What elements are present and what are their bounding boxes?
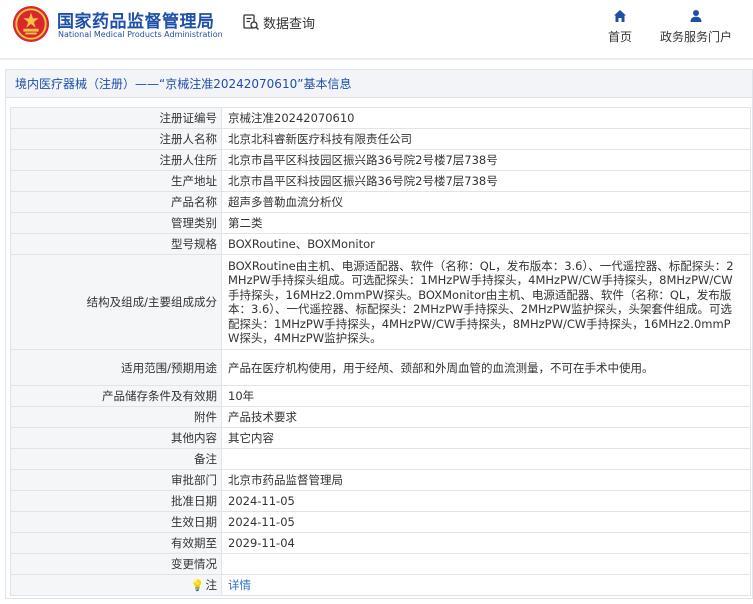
row-value: [221, 553, 751, 575]
row-value: 其它内容: [221, 427, 751, 449]
row-value: BOXRoutine、BOXMonitor: [221, 233, 751, 255]
row-value: 京械注准20242070610: [221, 107, 751, 129]
table-row: 适用范围/预期用途 产品在医疗机构使用，用于经颅、颈部和外周血管的血流测量，不可在…: [10, 349, 751, 386]
data-query-link[interactable]: 数据查询: [242, 12, 315, 32]
panel-reg-number: “京械注准20242070610”: [159, 77, 304, 91]
row-value: 10年: [221, 385, 751, 407]
row-value: 产品技术要求: [221, 406, 751, 428]
nav-home-label: 首页: [607, 30, 632, 44]
panel-dash: ——: [135, 77, 160, 91]
row-label: 附件: [10, 406, 222, 428]
table-row: 注册人住所 北京市昌平区科技园区振兴路36号院2号楼7层738号: [10, 149, 751, 171]
table-row: 生效日期 2024-11-05: [10, 511, 751, 533]
row-label: 结构及组成/主要组成成分: [10, 254, 222, 350]
table-row: 其他内容 其它内容: [10, 427, 751, 449]
row-label: 产品名称: [10, 191, 222, 213]
table-row: 附件 产品技术要求: [10, 406, 751, 428]
table-row: 结构及组成/主要组成成分 BOXRoutine由主机、电源适配器、软件（名称：QL…: [10, 254, 751, 350]
row-label: 注: [205, 578, 218, 592]
row-label: 其他内容: [10, 427, 222, 449]
lightbulb-icon: 💡: [190, 579, 205, 592]
table-row: 产品储存条件及有效期 10年: [10, 385, 751, 407]
row-label: 变更情况: [10, 553, 222, 575]
row-value: [221, 448, 751, 470]
table-row: 变更情况: [10, 553, 751, 575]
row-label: 批准日期: [10, 490, 222, 512]
table-row: 批准日期 2024-11-05: [10, 490, 751, 512]
header-divider: [0, 58, 753, 60]
table-row: 💡注 详情: [10, 574, 751, 596]
brand-title[interactable]: 国家药品监督管理局: [57, 7, 215, 32]
row-value: 北京市昌平区科技园区振兴路36号院2号楼7层738号: [221, 170, 751, 192]
row-label: 型号规格: [10, 233, 222, 255]
row-value: 超声多普勒血流分析仪: [221, 191, 751, 213]
table-row: 有效期至 2029-11-04: [10, 532, 751, 554]
panel-category: 境内医疗器械（注册）: [15, 77, 136, 91]
table-row: 管理类别 第二类: [10, 212, 751, 234]
nav-portal-label: 政务服务门户: [659, 30, 732, 44]
panel-title: 境内医疗器械（注册）——“京械注准20242070610”基本信息: [6, 70, 752, 98]
row-value: 2024-11-05: [221, 490, 751, 512]
info-table: 注册证编号 京械注准20242070610 注册人名称 北京北科睿新医疗科技有限责任…: [10, 107, 751, 596]
table-row: 备注: [10, 448, 751, 470]
document-search-icon: [243, 14, 259, 30]
row-value: 北京市昌平区科技园区振兴路36号院2号楼7层738号: [221, 149, 751, 171]
row-value: 北京北科睿新医疗科技有限责任公司: [221, 128, 751, 150]
row-label: 审批部门: [10, 469, 222, 491]
row-value: BOXRoutine由主机、电源适配器、软件（名称：QL，发布版本：3.6）、一…: [221, 254, 751, 350]
table-row: 产品名称 超声多普勒血流分析仪: [10, 191, 751, 213]
table-row: 生产地址 北京市昌平区科技园区振兴路36号院2号楼7层738号: [10, 170, 751, 192]
detail-panel: 境内医疗器械（注册）——“京械注准20242070610”基本信息 注册证编号京…: [5, 69, 753, 599]
table-row: 审批部门 北京市药品监督管理局: [10, 469, 751, 491]
row-label: 管理类别: [10, 212, 222, 234]
panel-suffix: 基本信息: [303, 77, 352, 91]
row-value: 产品在医疗机构使用，用于经颅、颈部和外周血管的血流测量，不可在手术中使用。: [221, 349, 751, 386]
site-header: 国家药品监督管理局 National Medical Products Admi…: [0, 0, 753, 58]
table-row: 注册人名称 北京北科睿新医疗科技有限责任公司: [10, 128, 751, 150]
row-label: 生产地址: [10, 170, 222, 192]
row-label: 适用范围/预期用途: [10, 349, 222, 386]
home-icon: [614, 10, 626, 22]
row-label: 生效日期: [10, 511, 222, 533]
row-label: 注册人名称: [10, 128, 222, 150]
user-icon: [690, 10, 702, 22]
row-value: 第二类: [221, 212, 751, 234]
brand-subtitle: National Medical Products Administration: [58, 30, 223, 39]
row-value: 2029-11-04: [221, 532, 751, 554]
nav-service-portal[interactable]: 政务服务门户: [659, 8, 733, 45]
table-row: 型号规格 BOXRoutine、BOXMonitor: [10, 233, 751, 255]
row-label: 产品储存条件及有效期: [10, 385, 222, 407]
table-row: 注册证编号 京械注准20242070610: [10, 107, 751, 129]
details-link[interactable]: 详情: [228, 578, 251, 592]
note-label-cell: 💡注: [10, 574, 222, 596]
row-label: 有效期至: [10, 532, 222, 554]
row-value: 2024-11-05: [221, 511, 751, 533]
row-value: 详情: [221, 574, 751, 596]
row-label: 注册人住所: [10, 149, 222, 171]
row-label: 备注: [10, 448, 222, 470]
national-emblem-logo[interactable]: [12, 5, 50, 43]
row-label: 注册证编号: [10, 107, 222, 129]
data-query-label: 数据查询: [263, 16, 316, 32]
row-value: 北京市药品监督管理局: [221, 469, 751, 491]
nav-home[interactable]: 首页: [606, 8, 634, 45]
